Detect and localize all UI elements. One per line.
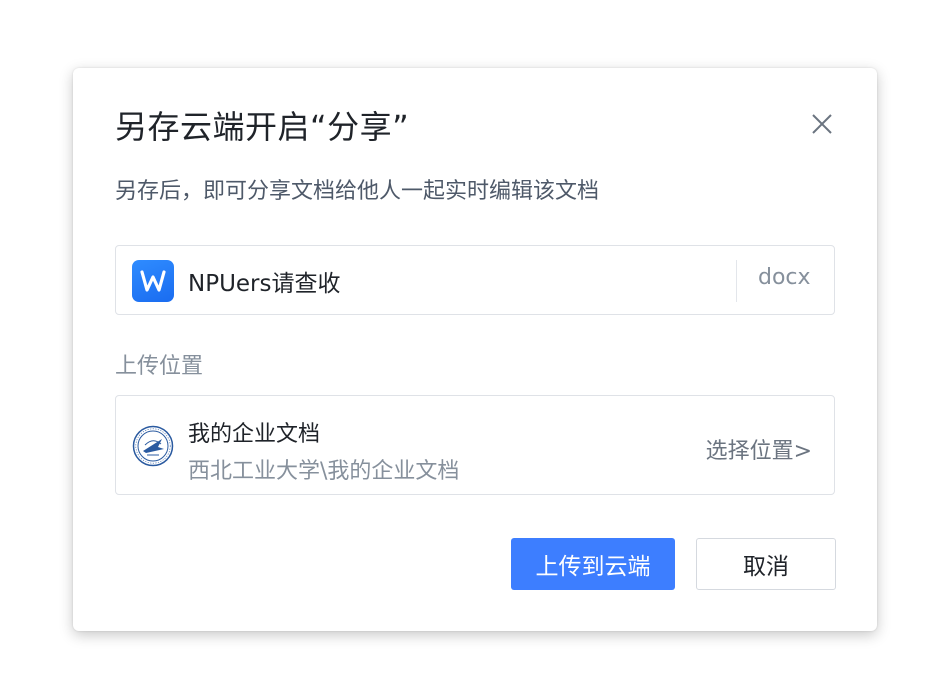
cancel-button[interactable]: 取消 xyxy=(696,538,836,590)
save-to-cloud-dialog: 另存云端开启“分享” 另存后，即可分享文档给他人一起实时编辑该文档 NPUers… xyxy=(73,68,877,631)
close-icon[interactable] xyxy=(809,111,835,137)
dialog-title: 另存云端开启“分享” xyxy=(115,108,410,146)
file-name[interactable]: NPUers请查收 xyxy=(188,264,341,298)
divider xyxy=(736,260,737,302)
file-extension: docx xyxy=(758,265,811,290)
location-path: 西北工业大学\我的企业文档 xyxy=(188,459,460,484)
choose-location-link[interactable]: 选择位置> xyxy=(706,433,812,465)
wps-writer-icon xyxy=(132,260,174,302)
upload-location-box[interactable]: 我的企业文档 西北工业大学\我的企业文档 选择位置> xyxy=(115,395,835,495)
location-name: 我的企业文档 xyxy=(188,422,321,447)
upload-to-cloud-button[interactable]: 上传到云端 xyxy=(511,538,675,590)
upload-location-label: 上传位置 xyxy=(115,354,204,379)
university-emblem-icon xyxy=(132,425,174,467)
file-info-box: NPUers请查收 docx xyxy=(115,245,835,315)
dialog-subtitle: 另存后，即可分享文档给他人一起实时编辑该文档 xyxy=(115,179,600,204)
